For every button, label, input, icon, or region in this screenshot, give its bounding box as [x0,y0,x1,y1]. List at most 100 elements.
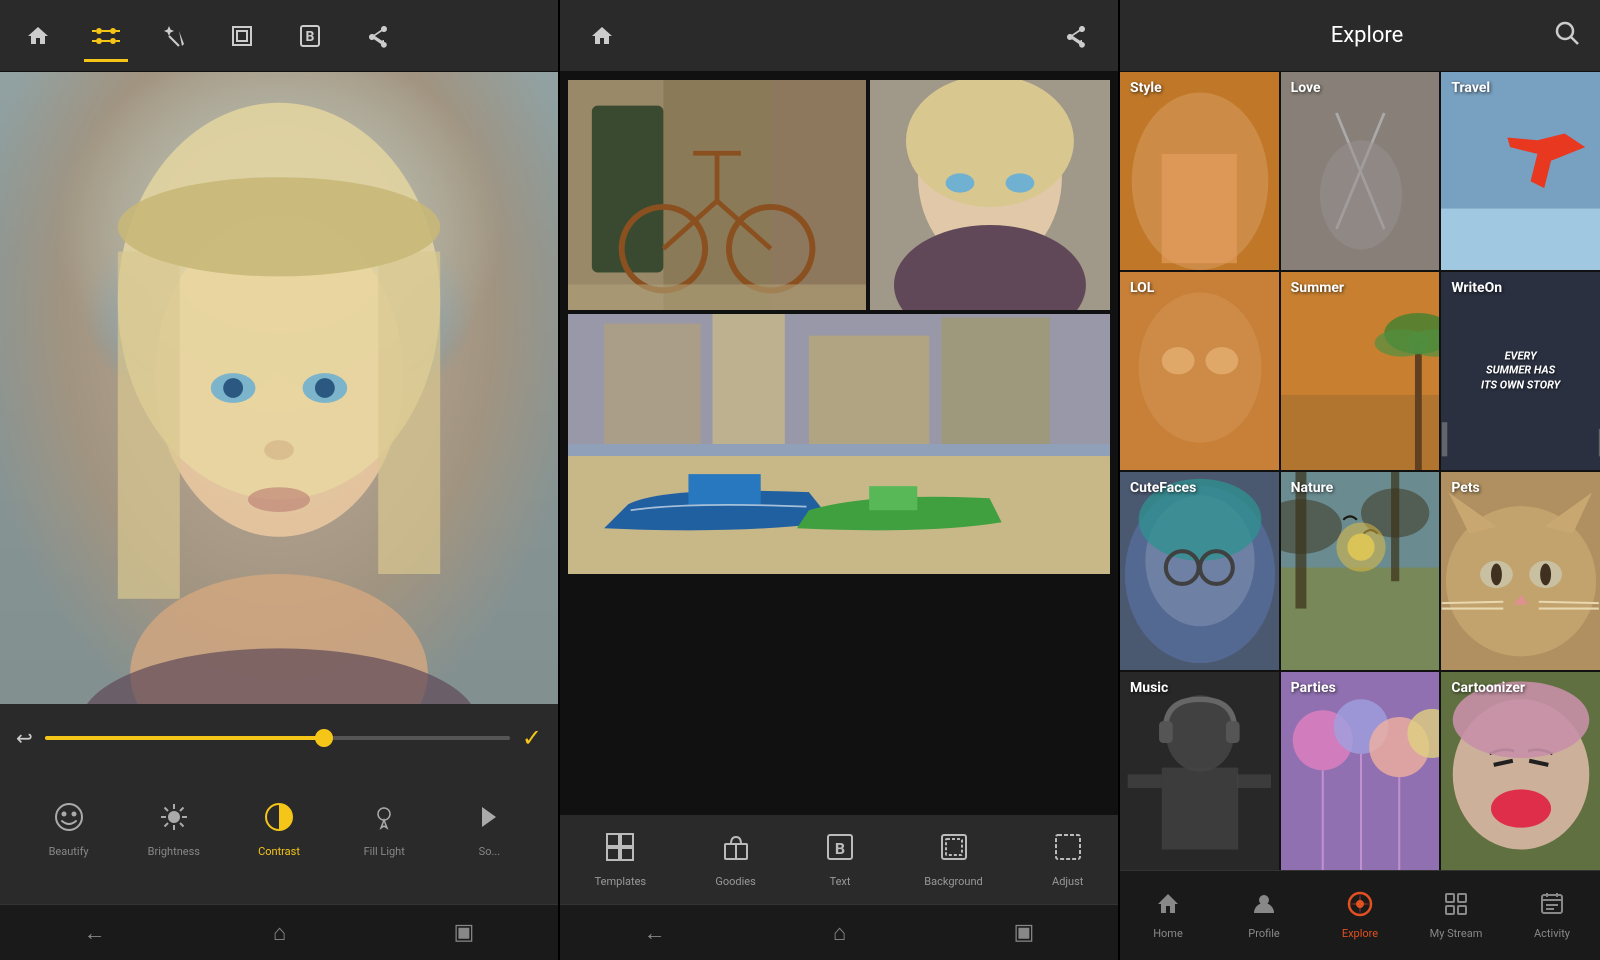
grid-item-cutefaces[interactable]: CuteFaces [1120,472,1279,670]
more-icon [474,802,504,839]
collage-top-row [568,80,1110,310]
back-nav-icon[interactable]: ← [84,920,106,946]
home-nav-icon[interactable]: ⌂ [273,920,286,946]
svg-text:B: B [306,29,315,45]
collage-cell-portrait-small[interactable] [870,80,1110,310]
fill-light-icon [369,802,399,839]
edit-photo-area [0,72,558,704]
grid-item-travel[interactable]: Travel [1441,72,1600,270]
grid-label-nature: Nature [1291,480,1334,496]
nav-explore-icon [1347,891,1373,923]
brightness-icon [159,802,189,839]
nav-profile-icon [1251,891,1277,923]
collage-cell-boats[interactable] [568,314,1110,574]
tools-row: Beautify Brightness [16,768,542,892]
fill-light-tool[interactable]: Fill Light [332,802,437,858]
grid-item-music[interactable]: Music [1120,672,1279,870]
explore-title: Explore [1180,23,1554,48]
grid-item-love[interactable]: Love [1281,72,1440,270]
grid-item-summer[interactable]: Summer [1281,272,1440,470]
contrast-icon [264,802,294,839]
nav-home-icon [1155,891,1181,923]
wand-icon[interactable] [152,14,196,58]
grid-item-style[interactable]: Style [1120,72,1279,270]
nav-activity[interactable]: Activity [1504,891,1600,940]
adjust-icon [1053,832,1083,869]
grid-item-cartoonizer[interactable]: Cartoonizer [1441,672,1600,870]
contrast-tool[interactable]: Contrast [226,802,331,858]
fill-light-label: Fill Light [364,845,405,858]
explore-grid: Style Love [1120,72,1600,870]
nav-explore-label: Explore [1342,927,1378,940]
explore-panel: Explore Style [1120,0,1600,960]
grid-label-cutefaces: CuteFaces [1130,480,1196,496]
explore-header: Explore [1120,0,1600,72]
collage-cell-bicycle[interactable] [568,80,866,310]
grid-label-writeon: WriteOn [1451,280,1502,296]
collage-back-nav-icon[interactable]: ← [644,920,666,946]
text-tool[interactable]: B Text [825,832,855,888]
collage-bottom-bar: Templates Goodies B Text [560,814,1118,904]
brightness-tool[interactable]: Brightness [121,802,226,858]
frame-icon[interactable] [220,14,264,58]
text-icon: B [825,832,855,869]
templates-tool[interactable]: Templates [595,832,646,888]
grid-label-travel: Travel [1451,80,1490,96]
grid-label-cartoonizer: Cartoonizer [1451,680,1525,696]
background-icon [939,832,969,869]
grid-item-nature[interactable]: Nature [1281,472,1440,670]
grid-item-lol[interactable]: LOL [1120,272,1279,470]
nav-activity-icon [1539,891,1565,923]
home-icon[interactable] [16,14,60,58]
confirm-button[interactable]: ✓ [522,724,542,752]
templates-icon [605,832,635,869]
grid-item-writeon[interactable]: WriteOn EVERY SUMMER HAS ITS OWN STORY [1441,272,1600,470]
adjust-tool[interactable]: Adjust [1052,832,1083,888]
nav-mystream-label: My Stream [1430,927,1483,940]
slider-row: ↩ ✓ [16,716,542,760]
grid-label-love: Love [1291,80,1321,96]
nav-explore[interactable]: Explore [1312,891,1408,940]
goodies-tool[interactable]: Goodies [715,832,755,888]
nav-home[interactable]: Home [1120,891,1216,940]
contrast-label: Contrast [258,845,300,858]
undo-button[interactable]: ↩ [16,726,33,750]
text-label: Text [830,875,851,888]
edit-controls: ↩ ✓ Beautify [0,704,558,904]
svg-text:B: B [835,839,845,858]
collage-panel: Templates Goodies B Text [560,0,1120,960]
nav-mystream[interactable]: My Stream [1408,891,1504,940]
grid-label-summer: Summer [1291,280,1344,296]
nav-profile[interactable]: Profile [1216,891,1312,940]
grid-label-pets: Pets [1451,480,1479,496]
bold-b-icon[interactable]: B [288,14,332,58]
collage-share-icon[interactable] [1054,14,1098,58]
nav-activity-label: Activity [1534,927,1570,940]
explore-nav-bar: Home Profile Explore [1120,870,1600,960]
grid-label-parties: Parties [1291,680,1336,696]
sliders-icon[interactable] [84,14,128,58]
collage-home-nav-icon[interactable]: ⌂ [833,920,846,946]
templates-label: Templates [595,875,646,888]
grid-item-parties[interactable]: Parties [1281,672,1440,870]
grid-label-music: Music [1130,680,1168,696]
more-tool[interactable]: So... [437,802,542,858]
writeon-subtitle: EVERY SUMMER HAS ITS OWN STORY [1481,350,1560,393]
recents-nav-icon[interactable]: ▣ [454,920,475,945]
goodies-icon [721,832,751,869]
background-tool[interactable]: Background [924,832,982,888]
goodies-label: Goodies [715,875,755,888]
nav-home-label: Home [1153,927,1183,940]
edit-toolbar: B [0,0,558,72]
beautify-tool[interactable]: Beautify [16,802,121,858]
edit-nav-bar: ← ⌂ ▣ [0,904,558,960]
collage-home-icon[interactable] [580,14,624,58]
share-icon[interactable] [356,14,400,58]
adjust-label: Adjust [1052,875,1083,888]
contrast-slider[interactable] [45,736,510,740]
explore-search-button[interactable] [1554,20,1580,52]
grid-item-pets[interactable]: Pets [1441,472,1600,670]
brightness-label: Brightness [148,845,200,858]
collage-area [560,72,1118,814]
collage-recents-nav-icon[interactable]: ▣ [1014,920,1035,945]
